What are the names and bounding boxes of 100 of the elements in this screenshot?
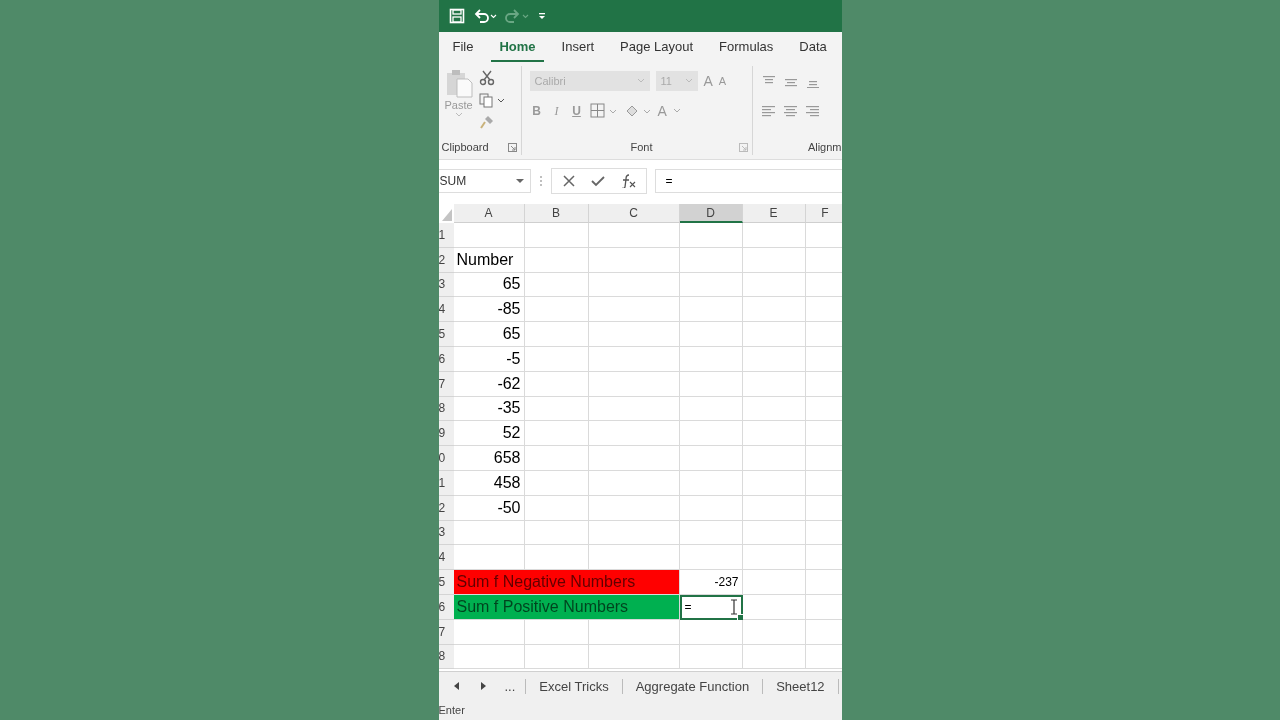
row-header[interactable]: 1 xyxy=(438,470,454,496)
table-cell xyxy=(679,247,743,273)
row-header[interactable]: 9 xyxy=(438,421,454,447)
table-cell: -5 xyxy=(453,347,525,372)
table-cell xyxy=(679,347,743,372)
scroll-right-icon[interactable] xyxy=(478,681,487,691)
caret-icon xyxy=(672,108,681,114)
copy-icon[interactable] xyxy=(478,92,505,108)
launcher-icon[interactable] xyxy=(738,142,748,152)
table-cell xyxy=(742,297,806,323)
ribbon-tab[interactable]: Insert xyxy=(553,32,603,62)
ribbon-tab[interactable]: Data xyxy=(791,32,835,62)
table-cell xyxy=(742,371,806,397)
scroll-left-icon[interactable] xyxy=(452,681,461,691)
group-label: Alignm xyxy=(807,141,842,153)
table-cell xyxy=(524,396,589,422)
cancel-icon[interactable] xyxy=(561,174,576,188)
column-header[interactable]: D xyxy=(679,204,743,223)
table-cell xyxy=(742,347,806,372)
table-cell xyxy=(679,396,743,422)
row-header[interactable]: 0 xyxy=(438,446,454,471)
formula-field[interactable]: = xyxy=(654,169,842,193)
table-cell xyxy=(742,446,806,471)
table-cell xyxy=(524,223,589,248)
table-cell xyxy=(679,644,743,670)
column-header[interactable]: C xyxy=(588,204,680,223)
name-box[interactable]: SUM xyxy=(438,169,531,193)
table-cell: 658 xyxy=(453,446,525,471)
table-cell xyxy=(524,421,589,447)
save-icon[interactable] xyxy=(448,8,465,24)
table-cell xyxy=(742,272,806,298)
enter-icon[interactable] xyxy=(589,174,606,188)
row-header[interactable]: 5 xyxy=(438,570,454,595)
table-cell xyxy=(524,272,589,298)
table-cell xyxy=(453,644,525,670)
table-cell: 52 xyxy=(453,421,525,447)
ribbon-tab[interactable]: Page Layout xyxy=(612,32,702,62)
table-cell xyxy=(742,570,806,595)
table-cell xyxy=(742,594,806,620)
table-cell xyxy=(742,545,806,571)
grip-icon xyxy=(538,174,543,188)
table-cell: 65 xyxy=(453,272,525,298)
table-cell xyxy=(524,446,589,471)
align-left-icon[interactable] xyxy=(760,104,777,118)
sheet-tab[interactable]: Aggregate Function xyxy=(622,678,764,694)
align-center-icon[interactable] xyxy=(782,104,799,118)
ribbon-tab[interactable]: File xyxy=(444,32,482,62)
ribbon-tab[interactable]: Formulas xyxy=(711,32,782,62)
row-header[interactable]: 4 xyxy=(438,297,454,323)
row-header[interactable]: 2 xyxy=(438,247,454,273)
table-cell xyxy=(742,322,806,347)
column-header[interactable]: B xyxy=(524,204,589,223)
group-label: Font xyxy=(630,141,653,153)
undo-icon[interactable] xyxy=(472,8,497,24)
table-cell xyxy=(742,396,806,422)
table-cell xyxy=(679,619,743,645)
table-cell xyxy=(524,644,589,670)
row-header[interactable]: 1 xyxy=(438,223,454,248)
row-header[interactable]: 8 xyxy=(438,396,454,422)
table-cell xyxy=(742,619,806,645)
row-header[interactable]: 7 xyxy=(438,619,454,645)
active-cell[interactable]: = xyxy=(679,594,743,620)
row-header[interactable]: 3 xyxy=(438,520,454,546)
column-header[interactable]: F xyxy=(805,204,842,223)
table-cell xyxy=(742,247,806,273)
row-header[interactable]: 6 xyxy=(438,594,454,620)
table-cell: 65 xyxy=(453,322,525,347)
table-cell xyxy=(742,223,806,248)
table-cell: Sum f Negative Numbers xyxy=(453,570,680,595)
table-cell xyxy=(679,520,743,546)
table-cell xyxy=(679,223,743,248)
table-cell xyxy=(742,520,806,546)
row-header[interactable]: 4 xyxy=(438,545,454,571)
table-cell xyxy=(679,470,743,496)
group-label: Clipboard xyxy=(441,141,489,153)
borders-icon[interactable] xyxy=(589,103,618,119)
more-sheets-button[interactable]: ... xyxy=(504,678,527,694)
row-header[interactable]: 2 xyxy=(438,495,454,521)
table-cell xyxy=(524,520,589,546)
row-header[interactable]: 5 xyxy=(438,322,454,347)
row-header[interactable]: 7 xyxy=(438,371,454,397)
align-right-icon[interactable] xyxy=(804,104,821,118)
sheet-tab[interactable]: Excel Tricks xyxy=(526,678,623,694)
redo-icon xyxy=(504,8,529,24)
table-cell xyxy=(524,470,589,496)
launcher-icon[interactable] xyxy=(507,142,517,152)
scissors-icon[interactable] xyxy=(478,70,495,86)
row-header[interactable]: 3 xyxy=(438,272,454,298)
table-cell: -237 xyxy=(679,570,743,595)
table-cell: -62 xyxy=(453,371,525,397)
table-cell xyxy=(679,272,743,298)
caret-icon xyxy=(454,112,463,118)
table-cell: 458 xyxy=(453,470,525,496)
column-header[interactable]: E xyxy=(742,204,806,223)
row-header[interactable]: 8 xyxy=(438,644,454,670)
insert-function-icon[interactable] xyxy=(619,174,636,188)
table-cell xyxy=(679,421,743,447)
row-header[interactable]: 6 xyxy=(438,347,454,372)
column-header[interactable]: A xyxy=(453,204,525,223)
sheet-tab[interactable]: Sheet12 xyxy=(763,678,839,694)
